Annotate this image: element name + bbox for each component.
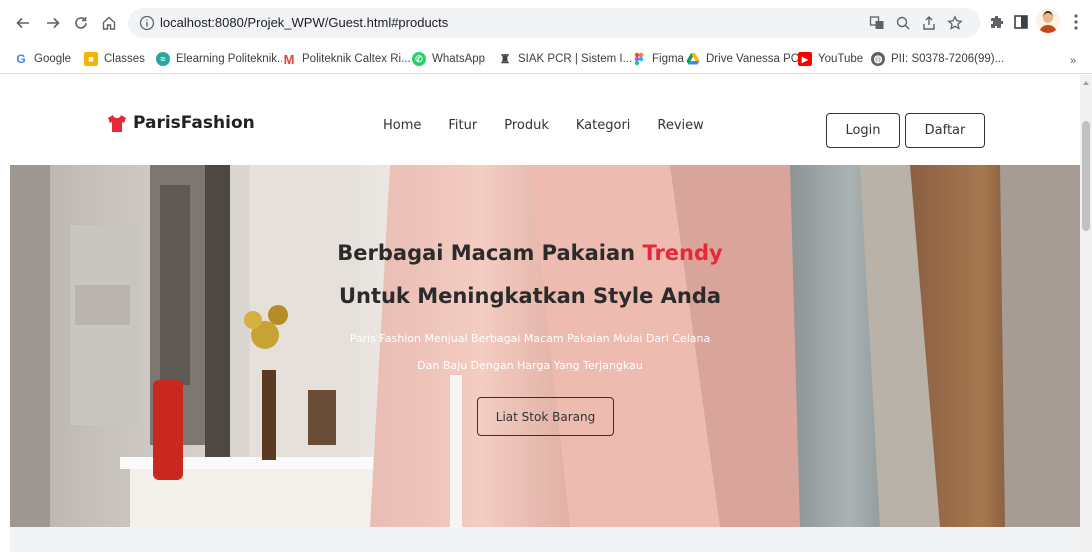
hero-subtitle-line2: Dan Baju Dengan Harga Yang Terjangkau bbox=[417, 359, 643, 372]
youtube-icon: ▶ bbox=[798, 52, 812, 66]
bookmark-figma[interactable]: Figma bbox=[632, 52, 684, 66]
bookmark-star-icon[interactable] bbox=[947, 15, 963, 31]
whatsapp-icon: ✆ bbox=[412, 52, 426, 66]
drive-icon bbox=[686, 52, 700, 66]
brand-logo[interactable]: ParisFashion bbox=[107, 113, 255, 133]
bookmark-label: Google bbox=[34, 53, 72, 65]
bookmark-label: Elearning Politeknik... bbox=[176, 53, 287, 65]
bookmarks-overflow-button[interactable]: » bbox=[1070, 55, 1076, 67]
hero-title-accent: Trendy bbox=[642, 241, 723, 265]
hero-background-image bbox=[10, 165, 1080, 527]
bookmark-label: Figma bbox=[652, 53, 684, 65]
elearning-icon: ≈ bbox=[156, 52, 170, 66]
hero-title-text: Berbagai Macam Pakaian bbox=[337, 241, 643, 265]
home-button[interactable] bbox=[98, 12, 120, 34]
gmail-icon: M bbox=[282, 51, 296, 67]
nav-review[interactable]: Review bbox=[657, 118, 703, 133]
browser-toolbar: localhost:8080/Projek_WPW/Guest.html#pro… bbox=[0, 0, 1092, 46]
page-viewport: ParisFashion Home Fitur Produk Kategori … bbox=[0, 75, 1080, 552]
bookmark-pii[interactable]: ◍ PII: S0378-7206(99)... bbox=[871, 52, 1004, 66]
scrollbar-thumb[interactable] bbox=[1082, 121, 1090, 231]
profile-icon bbox=[1039, 11, 1057, 33]
hero-subtitle-line1: Paris Fashion Menjual Berbagai Macam Pak… bbox=[349, 332, 711, 345]
profile-avatar[interactable] bbox=[1036, 9, 1060, 33]
address-url[interactable]: localhost:8080/Projek_WPW/Guest.html#pro… bbox=[160, 15, 448, 30]
register-button[interactable]: Daftar bbox=[905, 113, 985, 148]
bookmark-youtube[interactable]: ▶ YouTube bbox=[798, 52, 863, 66]
view-stock-button[interactable]: Liat Stok Barang bbox=[477, 397, 614, 436]
bookmark-label: Politeknik Caltex Ri... bbox=[302, 53, 411, 65]
address-bar[interactable]: localhost:8080/Projek_WPW/Guest.html#pro… bbox=[128, 8, 980, 38]
back-button[interactable] bbox=[12, 12, 34, 34]
bookmark-label: Drive Vanessa PCR bbox=[706, 53, 808, 65]
bookmark-label: YouTube bbox=[818, 53, 864, 65]
site-navbar: ParisFashion Home Fitur Produk Kategori … bbox=[0, 75, 1080, 165]
share-icon[interactable] bbox=[921, 15, 937, 31]
bookmark-google[interactable]: G Google bbox=[14, 52, 71, 66]
google-icon: G bbox=[14, 52, 28, 66]
bookmark-drive[interactable]: Drive Vanessa PCR bbox=[686, 52, 807, 66]
shirt-icon bbox=[108, 115, 126, 132]
side-panel-icon[interactable] bbox=[1012, 13, 1030, 31]
hero-title-line2: Untuk Meningkatkan Style Anda bbox=[338, 284, 722, 308]
nav-home[interactable]: Home bbox=[383, 118, 421, 133]
bookmarks-bar: G Google ■ Classes ≈ Elearning Politekni… bbox=[0, 46, 1092, 74]
bookmark-politeknik-caltex[interactable]: M Politeknik Caltex Ri... bbox=[282, 51, 411, 67]
translate-icon[interactable] bbox=[869, 15, 885, 31]
menu-dots-icon[interactable] bbox=[1070, 12, 1082, 32]
bookmark-label: PII: S0378-7206(99)... bbox=[891, 53, 1005, 65]
login-button[interactable]: Login bbox=[826, 113, 900, 148]
scroll-up-arrow-icon[interactable] bbox=[1083, 81, 1089, 85]
bookmark-whatsapp[interactable]: ✆ WhatsApp bbox=[412, 52, 485, 66]
nav-kategori[interactable]: Kategori bbox=[576, 118, 631, 133]
reload-button[interactable] bbox=[70, 12, 92, 34]
bookmark-label: SIAK PCR | Sistem I... bbox=[518, 53, 633, 65]
bookmark-elearning[interactable]: ≈ Elearning Politeknik... bbox=[156, 52, 287, 66]
nav-fitur[interactable]: Fitur bbox=[448, 118, 477, 133]
bookmark-label: Classes bbox=[104, 53, 145, 65]
forward-button[interactable] bbox=[42, 12, 64, 34]
arrow-left-icon bbox=[16, 17, 29, 29]
classroom-icon: ■ bbox=[84, 52, 98, 66]
brand-name: ParisFashion bbox=[133, 113, 255, 133]
extensions-icon[interactable] bbox=[988, 13, 1006, 31]
globe-icon: ◍ bbox=[871, 52, 885, 66]
next-section bbox=[10, 527, 1080, 552]
hero-banner: Berbagai Macam Pakaian Trendy Untuk Meni… bbox=[10, 165, 1080, 527]
main-menu: Home Fitur Produk Kategori Review bbox=[383, 118, 731, 133]
siak-icon: ♜ bbox=[498, 52, 512, 66]
bookmark-label: WhatsApp bbox=[432, 53, 486, 65]
home-icon bbox=[102, 16, 116, 30]
reload-icon bbox=[75, 17, 87, 29]
nav-produk[interactable]: Produk bbox=[504, 118, 549, 133]
bookmark-siak[interactable]: ♜ SIAK PCR | Sistem I... bbox=[498, 52, 632, 66]
hero-title-line1: Berbagai Macam Pakaian Trendy bbox=[310, 241, 750, 265]
page-scrollbar[interactable] bbox=[1080, 75, 1092, 552]
bookmark-classes[interactable]: ■ Classes bbox=[84, 52, 145, 66]
arrow-right-icon bbox=[47, 17, 60, 29]
zoom-icon[interactable] bbox=[895, 15, 911, 31]
figma-icon bbox=[632, 52, 646, 66]
info-icon[interactable] bbox=[139, 15, 155, 31]
